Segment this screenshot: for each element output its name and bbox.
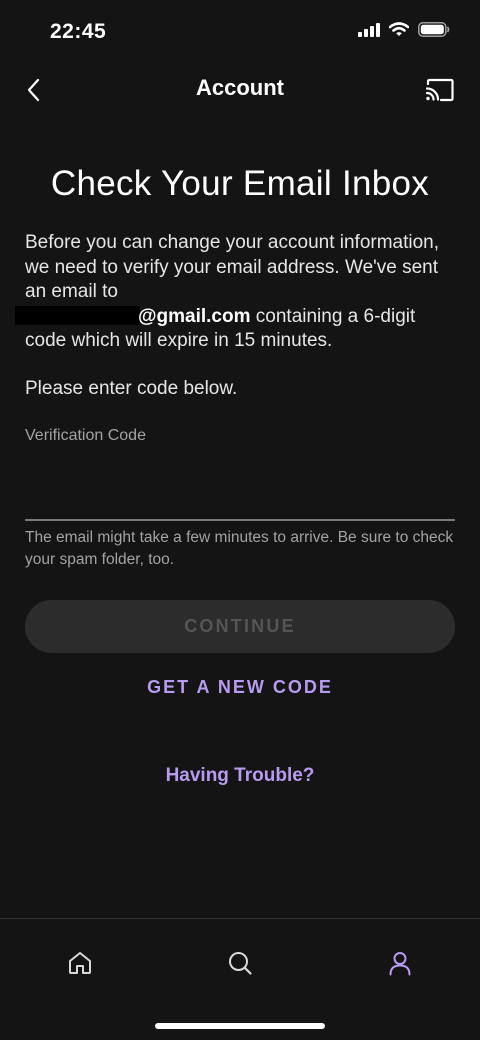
having-trouble-link[interactable]: Having Trouble? — [25, 765, 455, 787]
tab-search[interactable] — [220, 943, 260, 983]
status-time: 22:45 — [50, 20, 107, 43]
nav-title: Account — [196, 75, 284, 100]
wifi-icon — [389, 22, 409, 36]
page-title: Check Your Email Inbox — [50, 164, 430, 203]
battery-icon — [418, 22, 450, 37]
verification-message: Before you can change your account infor… — [15, 231, 455, 354]
tab-home[interactable] — [60, 943, 100, 983]
verification-code-input[interactable] — [25, 474, 455, 521]
home-icon — [69, 952, 91, 974]
main-content: Check Your Email Inbox Before you can ch… — [15, 160, 455, 787]
continue-button[interactable]: CONTINUE — [25, 599, 455, 653]
cast-icon — [425, 78, 454, 102]
get-new-code-link[interactable]: GET A NEW CODE — [25, 677, 455, 698]
status-icons — [358, 22, 450, 37]
tab-bar — [0, 918, 480, 1040]
redacted-email-local-part — [15, 305, 140, 325]
email-domain: @gmail.com — [138, 305, 251, 327]
home-indicator — [155, 1023, 325, 1029]
search-icon — [229, 952, 252, 975]
instruction-text: Please enter code below. — [25, 377, 238, 399]
tab-profile[interactable] — [380, 943, 420, 983]
nav-bar: Account — [0, 64, 480, 116]
status-bar: 22:45 — [0, 0, 480, 64]
hint-text: The email might take a few minutes to ar… — [25, 528, 454, 569]
profile-icon — [389, 952, 411, 976]
signal-icon — [358, 22, 380, 37]
message-part-1: Before you can change your account infor… — [25, 232, 440, 302]
cast-button[interactable] — [420, 74, 460, 106]
verification-code-label: Verification Code — [25, 426, 146, 444]
